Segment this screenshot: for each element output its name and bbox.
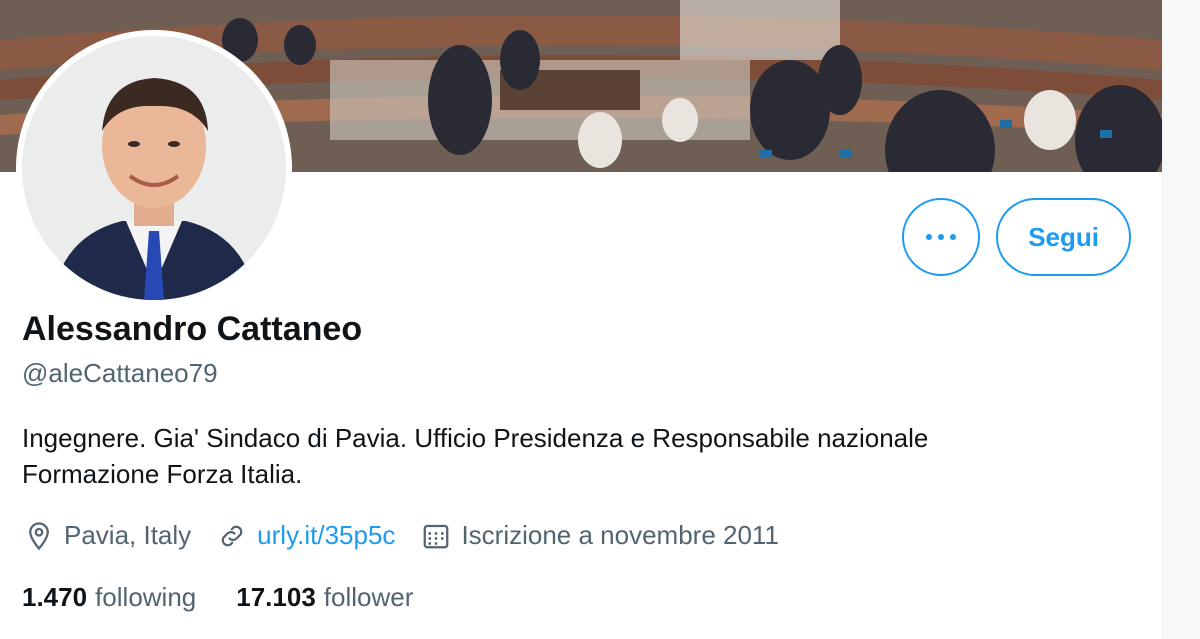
following-label: following (95, 582, 197, 612)
profile-stats: 1.470 following 17.103 follower (22, 582, 453, 613)
more-icon (926, 234, 957, 240)
profile-actions: Segui (902, 198, 1131, 276)
profile-meta: Pavia, Italy urly.it/35p5c Iscrizione a … (24, 520, 805, 551)
right-gutter (1162, 0, 1200, 639)
link-icon (221, 525, 243, 546)
profile-name: Alessandro Cattaneo (22, 310, 363, 348)
followers-count: 17.103 (236, 582, 316, 612)
location-item: Pavia, Italy (24, 520, 191, 551)
website-link[interactable]: urly.it/35p5c (257, 520, 395, 551)
location-pin-icon (29, 521, 49, 550)
followers-stat[interactable]: 17.103 follower (236, 582, 413, 613)
followers-label: follower (323, 582, 414, 612)
avatar-photo (22, 36, 286, 300)
profile-bio: Ingegnere. Gia' Sindaco di Pavia. Uffici… (22, 420, 1122, 492)
profile-handle: @aleCattaneo79 (22, 358, 218, 388)
calendar-icon (424, 524, 449, 548)
more-button[interactable] (902, 198, 981, 276)
joined-text: Iscrizione a novembre 2011 (461, 520, 779, 550)
following-stat[interactable]: 1.470 following (22, 582, 196, 613)
location-text: Pavia, Italy (64, 520, 192, 550)
profile-page: Segui Alessandro Cattaneo @aleCattaneo79… (0, 0, 1200, 639)
profile-avatar[interactable] (16, 30, 292, 306)
website-item: urly.it/35p5c (217, 520, 395, 551)
bio-line: Ingegnere. Gia' Sindaco di Pavia. Uffici… (22, 423, 929, 453)
following-count: 1.470 (22, 582, 88, 612)
follow-button[interactable]: Segui (996, 198, 1131, 276)
bio-line: Formazione Forza Italia. (22, 459, 303, 489)
joined-item: Iscrizione a novembre 2011 (421, 520, 779, 551)
